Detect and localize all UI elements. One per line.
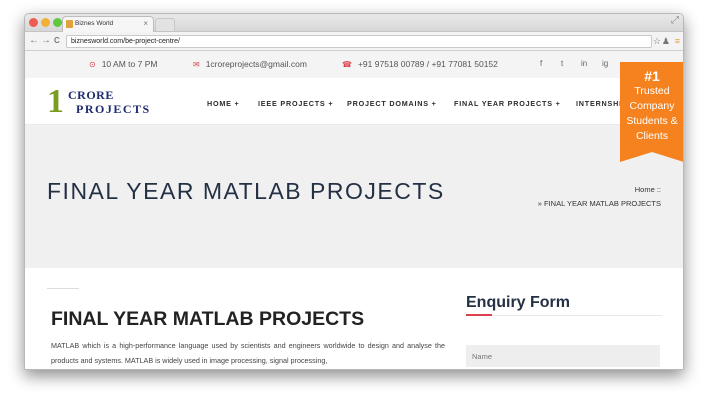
reload-button[interactable]: C	[54, 35, 60, 47]
email-info[interactable]: ✉ 1croreprojects@gmail.com	[193, 59, 307, 69]
phone-info[interactable]: ☎ +91 97518 00789 / +91 77081 50152	[342, 59, 498, 69]
badge-line: Trusted	[634, 85, 670, 97]
enquiry-form-title: Enquiry Form	[466, 294, 571, 311]
main-content: FINAL YEAR MATLAB PROJECTS MATLAB which …	[25, 268, 683, 369]
divider	[47, 288, 79, 289]
facebook-icon[interactable]: f	[540, 59, 542, 68]
nav-project-domains[interactable]: PROJECT DOMAINS +	[347, 99, 437, 108]
email-link[interactable]: 1croreprojects@gmail.com	[206, 59, 307, 69]
badge-line: Students &	[626, 115, 678, 127]
minimize-window-button[interactable]	[41, 18, 50, 27]
hours-info: ⊙ 10 AM to 7 PM	[89, 59, 157, 69]
content-paragraph: MATLAB which is a high-performance langu…	[51, 341, 445, 365]
logo-word-crore: CRORE	[68, 88, 114, 102]
bookmark-star-icon[interactable]: ☆	[653, 35, 661, 47]
linkedin-icon[interactable]: in	[581, 59, 587, 68]
window-controls	[29, 18, 62, 27]
zoom-window-button[interactable]	[53, 18, 62, 27]
divider	[466, 315, 662, 316]
trusted-badge: #1 Trusted Company Students & Clients	[620, 62, 683, 162]
title-accent-underline	[466, 314, 492, 316]
address-bar[interactable]: biznesworld.com/be-project-centre/	[66, 35, 652, 48]
close-window-button[interactable]	[29, 18, 38, 27]
instagram-icon[interactable]: ig	[602, 59, 608, 68]
tab-bar: Biznes World × ⤢	[25, 14, 683, 32]
contact-bar: ⊙ 10 AM to 7 PM ✉ 1croreprojects@gmail.c…	[25, 51, 683, 78]
forward-button[interactable]: →	[41, 35, 51, 47]
breadcrumb-current: » FINAL YEAR MATLAB PROJECTS	[537, 199, 661, 208]
badge-number: #1	[644, 68, 660, 84]
logo-word-projects: PROJECTS	[76, 102, 151, 116]
back-button[interactable]: ←	[29, 35, 39, 47]
new-tab-button[interactable]	[155, 18, 175, 31]
browser-toolbar: ← → C biznesworld.com/be-project-centre/…	[25, 32, 683, 51]
browser-window: Biznes World × ⤢ ← → C biznesworld.com/b…	[24, 13, 684, 370]
hours-text: 10 AM to 7 PM	[101, 59, 158, 69]
badge-line: Clients	[635, 130, 669, 142]
twitter-icon[interactable]: t	[561, 59, 563, 68]
breadcrumb: Home :: » FINAL YEAR MATLAB PROJECTS	[538, 183, 661, 211]
close-tab-icon[interactable]: ×	[143, 17, 148, 31]
main-navigation: 1 CRORE PROJECTS HOME + IEEE PROJECTS + …	[25, 78, 683, 125]
favicon-icon	[66, 20, 73, 28]
badge-line: Company	[629, 100, 675, 112]
user-icon[interactable]: ♟	[662, 35, 670, 47]
menu-icon[interactable]: ≡	[675, 35, 680, 47]
tab-title: Biznes World	[75, 20, 114, 27]
content-heading: FINAL YEAR MATLAB PROJECTS	[51, 308, 365, 330]
browser-tab[interactable]: Biznes World ×	[62, 16, 154, 32]
mail-icon: ✉	[193, 59, 200, 69]
phone-link[interactable]: +91 97518 00789 / +91 77081 50152	[358, 59, 498, 69]
banner-title: FINAL YEAR MATLAB PROJECTS	[47, 178, 445, 204]
web-page: ⊙ 10 AM to 7 PM ✉ 1croreprojects@gmail.c…	[25, 51, 683, 369]
fullscreen-icon[interactable]: ⤢	[671, 15, 679, 26]
phone-icon: ☎	[342, 59, 352, 69]
nav-home[interactable]: HOME +	[207, 99, 240, 108]
nav-internship[interactable]: INTERNSHI	[576, 99, 622, 108]
clock-icon: ⊙	[89, 59, 96, 69]
name-input[interactable]	[466, 345, 660, 367]
logo-digit: 1	[47, 83, 64, 120]
page-banner: FINAL YEAR MATLAB PROJECTS Home :: » FIN…	[25, 125, 683, 268]
breadcrumb-home[interactable]: Home ::	[538, 183, 661, 197]
nav-ieee-projects[interactable]: IEEE PROJECTS +	[258, 99, 333, 108]
nav-final-year-projects[interactable]: FINAL YEAR PROJECTS +	[454, 99, 561, 108]
